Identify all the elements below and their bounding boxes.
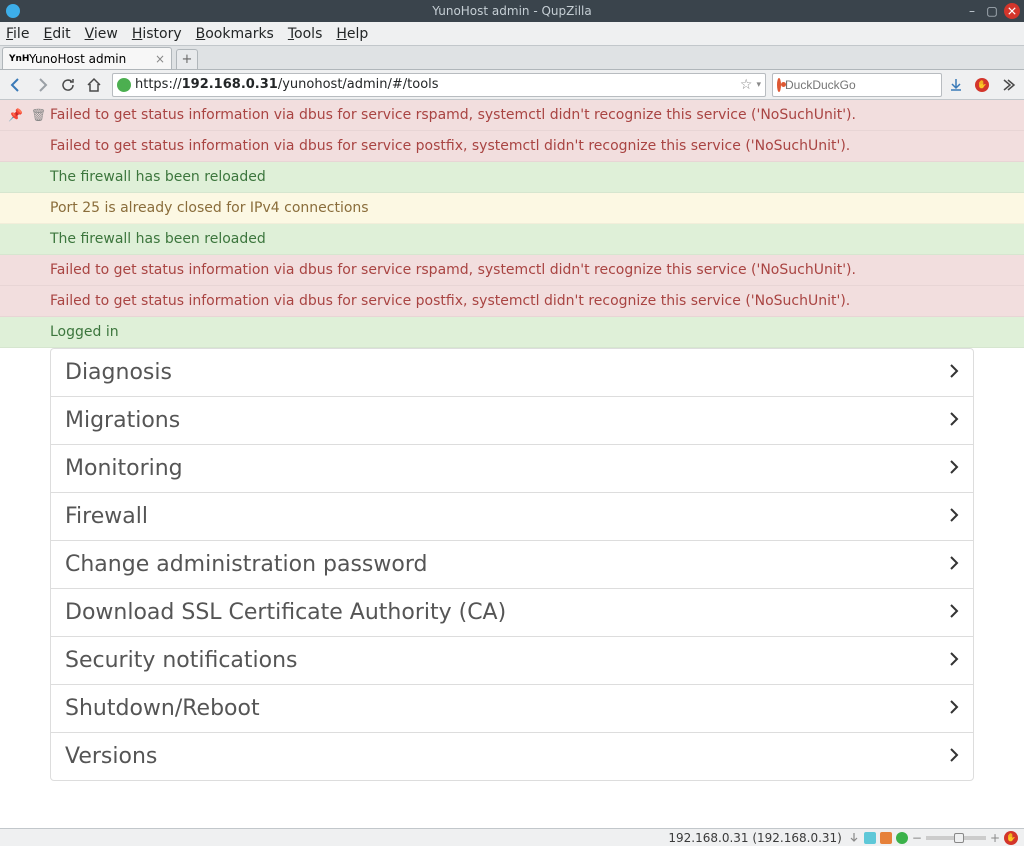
page-viewport[interactable]: 📌 🗑 Failed to get status information via… <box>0 100 1024 828</box>
download-status-icon[interactable] <box>848 832 860 844</box>
tool-item[interactable]: Security notifications <box>50 636 974 685</box>
search-input[interactable] <box>785 78 940 92</box>
menu-help[interactable]: Help <box>336 26 368 42</box>
tool-item-label: Security notifications <box>65 648 298 673</box>
menu-bookmarks[interactable]: Bookmarks <box>196 26 274 42</box>
tool-item[interactable]: Migrations <box>50 396 974 445</box>
window-title: YunoHost admin - QupZilla <box>432 4 591 18</box>
tab-title: YunoHost admin <box>29 52 126 66</box>
zoom-slider[interactable] <box>926 836 986 840</box>
adblock-status-icon[interactable]: ✋ <box>1004 831 1018 845</box>
tool-item[interactable]: Change administration password <box>50 540 974 589</box>
menu-view[interactable]: View <box>85 26 118 42</box>
menu-edit[interactable]: Edit <box>43 26 70 42</box>
flash-message: Failed to get status information via dbu… <box>0 286 1024 317</box>
url-bar[interactable]: https://192.168.0.31/yunohost/admin/#/to… <box>112 73 766 97</box>
tool-item-label: Download SSL Certificate Authority (CA) <box>65 600 506 625</box>
tool-item[interactable]: Shutdown/Reboot <box>50 684 974 733</box>
reload-button[interactable] <box>56 73 80 97</box>
minimize-button[interactable]: – <box>964 3 980 19</box>
navigation-toolbar: https://192.168.0.31/yunohost/admin/#/to… <box>0 70 1024 100</box>
chevron-right-icon <box>949 363 959 383</box>
adblock-icon[interactable]: ✋ <box>970 73 994 97</box>
tab-active[interactable]: YnH YunoHost admin × <box>2 47 172 69</box>
search-bar[interactable] <box>772 73 942 97</box>
url-dropdown-icon[interactable]: ▾ <box>756 80 761 90</box>
flash-message: The firewall has been reloaded <box>0 162 1024 193</box>
tool-item-label: Versions <box>65 744 157 769</box>
chevron-right-icon <box>949 459 959 479</box>
menu-history[interactable]: History <box>132 26 182 42</box>
status-icon-1[interactable] <box>864 832 876 844</box>
flash-message: Port 25 is already closed for IPv4 conne… <box>0 193 1024 224</box>
tab-close-icon[interactable]: × <box>155 52 165 66</box>
tabbar: YnH YunoHost admin × + <box>0 46 1024 70</box>
duckduckgo-icon <box>777 78 781 92</box>
flash-message: The firewall has been reloaded <box>0 224 1024 255</box>
tool-item-label: Migrations <box>65 408 180 433</box>
flash-message: Logged in <box>0 317 1024 348</box>
url-text[interactable]: https://192.168.0.31/yunohost/admin/#/to… <box>135 77 736 92</box>
tool-item[interactable]: Versions <box>50 732 974 781</box>
close-button[interactable] <box>1004 3 1020 19</box>
chevron-right-icon <box>949 411 959 431</box>
tool-item-label: Change administration password <box>65 552 427 577</box>
tools-list: Diagnosis Migrations Monitoring Firewall Cha… <box>0 348 1024 801</box>
status-icon-2[interactable] <box>880 832 892 844</box>
chevron-right-icon <box>949 507 959 527</box>
pin-icon[interactable]: 📌 <box>8 108 23 122</box>
tool-item-label: Shutdown/Reboot <box>65 696 260 721</box>
back-button[interactable] <box>4 73 28 97</box>
chevron-right-icon <box>949 555 959 575</box>
trash-icon[interactable]: 🗑 <box>31 108 46 122</box>
flash-message: Failed to get status information via dbu… <box>0 131 1024 162</box>
home-button[interactable] <box>82 73 106 97</box>
zoom-in-icon[interactable]: + <box>990 831 1000 845</box>
chevron-right-icon <box>949 747 959 767</box>
status-text: 192.168.0.31 (192.168.0.31) <box>668 831 842 845</box>
app-icon <box>6 4 20 18</box>
bookmark-star-icon[interactable]: ☆ <box>740 77 753 93</box>
window-titlebar: YunoHost admin - QupZilla – ▢ <box>0 0 1024 22</box>
tool-item-label: Firewall <box>65 504 148 529</box>
chevron-right-icon <box>949 651 959 671</box>
maximize-button[interactable]: ▢ <box>984 3 1000 19</box>
menu-tools[interactable]: Tools <box>288 26 323 42</box>
statusbar: 192.168.0.31 (192.168.0.31) − + ✋ <box>0 828 1024 846</box>
tab-favicon: YnH <box>9 54 23 64</box>
tool-item-label: Diagnosis <box>65 360 172 385</box>
chevron-right-icon <box>949 603 959 623</box>
flash-controls: 📌 🗑 <box>8 108 46 122</box>
new-tab-button[interactable]: + <box>176 49 198 69</box>
tool-item-label: Monitoring <box>65 456 183 481</box>
forward-button[interactable] <box>30 73 54 97</box>
chevron-right-icon <box>949 699 959 719</box>
download-button[interactable] <box>944 73 968 97</box>
flash-message: Failed to get status information via dbu… <box>0 100 1024 131</box>
tool-item[interactable]: Download SSL Certificate Authority (CA) <box>50 588 974 637</box>
status-icon-3[interactable] <box>896 832 908 844</box>
lock-icon <box>117 78 131 92</box>
menubar: File Edit View History Bookmarks Tools H… <box>0 22 1024 46</box>
tool-item[interactable]: Monitoring <box>50 444 974 493</box>
menu-file[interactable]: File <box>6 26 29 42</box>
more-button[interactable] <box>996 73 1020 97</box>
zoom-out-icon[interactable]: − <box>912 831 922 845</box>
tool-item[interactable]: Diagnosis <box>50 348 974 397</box>
tool-item[interactable]: Firewall <box>50 492 974 541</box>
flash-message: Failed to get status information via dbu… <box>0 255 1024 286</box>
